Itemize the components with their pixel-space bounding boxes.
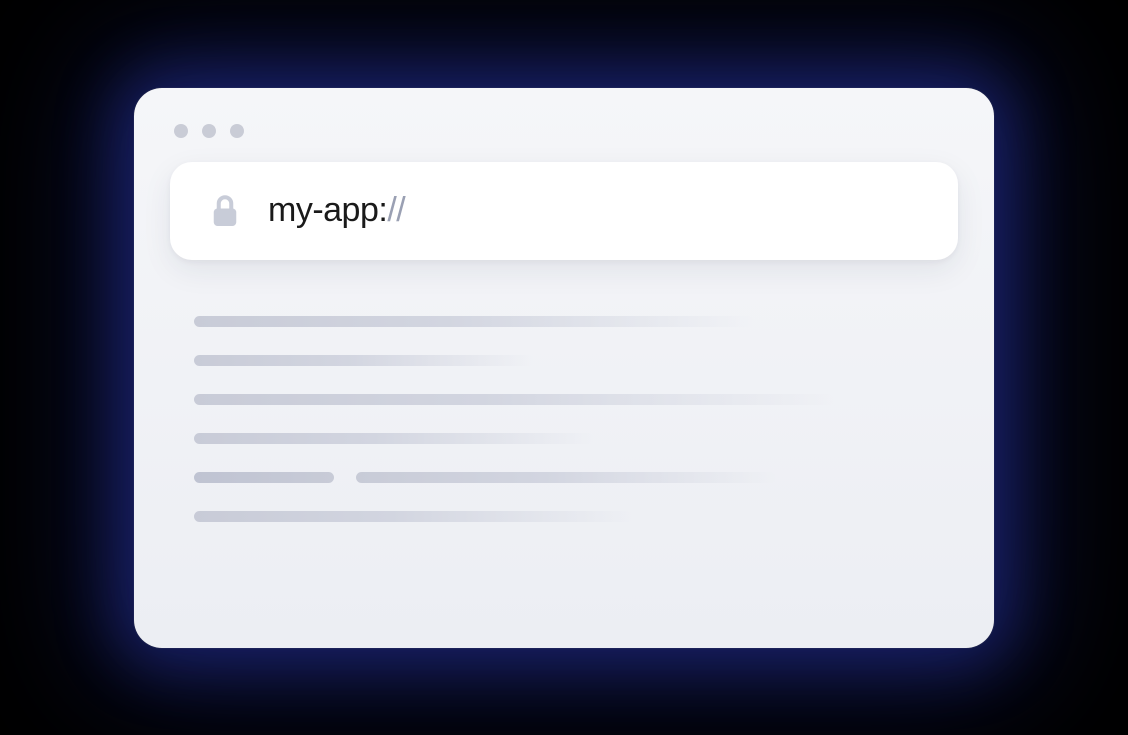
browser-window: my-app:// xyxy=(134,88,994,648)
page-content-placeholder xyxy=(170,260,958,522)
window-maximize-button[interactable] xyxy=(230,124,244,138)
placeholder-line xyxy=(194,511,634,522)
placeholder-line xyxy=(194,394,834,405)
placeholder-line xyxy=(194,472,334,483)
url-scheme: my-app: xyxy=(268,191,387,229)
lock-icon xyxy=(210,193,240,229)
window-title-bar xyxy=(170,118,958,162)
url-separator: // xyxy=(387,191,405,229)
placeholder-line xyxy=(356,472,776,483)
placeholder-line xyxy=(194,433,594,444)
window-minimize-button[interactable] xyxy=(202,124,216,138)
url-text: my-app:// xyxy=(268,191,405,230)
window-close-button[interactable] xyxy=(174,124,188,138)
placeholder-line xyxy=(194,316,754,327)
placeholder-line xyxy=(194,355,534,366)
address-bar[interactable]: my-app:// xyxy=(170,162,958,260)
